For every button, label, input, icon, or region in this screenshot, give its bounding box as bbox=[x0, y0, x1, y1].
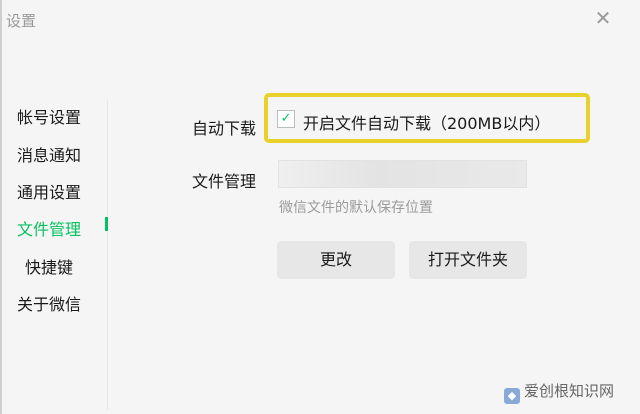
sidebar-item-file-management[interactable]: 文件管理 bbox=[17, 216, 81, 240]
file-management-label: 文件管理 bbox=[192, 172, 257, 191]
file-path-hint: 微信文件的默认保存位置 bbox=[279, 200, 433, 216]
sidebar-item-about[interactable]: 关于微信 bbox=[17, 291, 81, 315]
auto-download-checkbox[interactable]: ✓ bbox=[277, 110, 295, 128]
sidebar-item-account[interactable]: 帐号设置 bbox=[17, 104, 81, 128]
auto-download-label: 自动下载 bbox=[192, 119, 257, 138]
watermark-logo-icon: ◆ bbox=[504, 388, 520, 404]
close-icon[interactable]: ✕ bbox=[590, 6, 616, 30]
sidebar-item-notifications[interactable]: 消息通知 bbox=[17, 142, 81, 166]
settings-window: 设置 ✕ 帐号设置 消息通知 通用设置 文件管理 快捷键 关于微信 自动下载 ✓… bbox=[0, 0, 640, 414]
check-icon: ✓ bbox=[280, 111, 292, 126]
file-path-field bbox=[278, 160, 527, 188]
window-title: 设置 bbox=[6, 12, 37, 30]
sidebar-item-general[interactable]: 通用设置 bbox=[17, 179, 81, 203]
active-indicator bbox=[105, 217, 108, 231]
change-button[interactable]: 更改 bbox=[277, 241, 395, 279]
window-border bbox=[0, 0, 2, 414]
auto-download-checkbox-label[interactable]: 开启文件自动下载（200MB以内） bbox=[303, 110, 550, 134]
watermark-text: 爱创根知识网 bbox=[524, 382, 615, 400]
sidebar-divider bbox=[107, 100, 108, 410]
sidebar-item-shortcuts[interactable]: 快捷键 bbox=[25, 254, 73, 278]
open-folder-button[interactable]: 打开文件夹 bbox=[409, 241, 527, 279]
watermark: ◆ 爱创根知识网 bbox=[504, 380, 614, 404]
